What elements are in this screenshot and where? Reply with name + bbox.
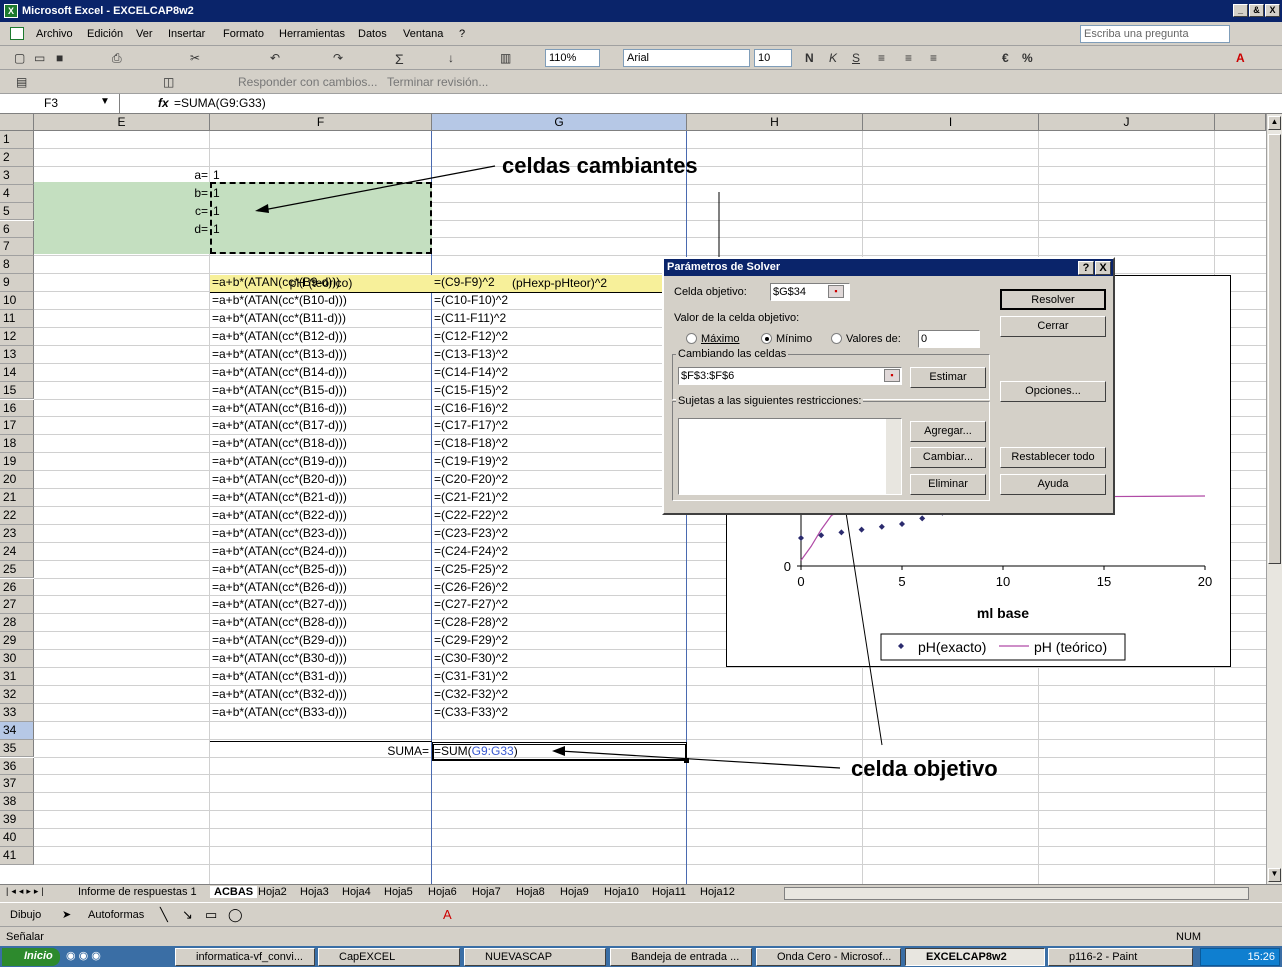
- arrow-tool-icon[interactable]: ↘: [182, 907, 193, 923]
- taskbar-item[interactable]: p116-2 - Paint: [1048, 948, 1193, 966]
- system-tray-clock: 15:26: [1200, 948, 1280, 966]
- taskbar-item[interactable]: informatica-vf_convi...: [175, 948, 315, 966]
- max-label[interactable]: Máximo: [701, 333, 740, 345]
- changing-cells-input[interactable]: $F$3:$F$6: [678, 367, 902, 385]
- num-lock-indicator: NUM: [1176, 931, 1202, 943]
- sheet-tab[interactable]: Hoja9: [560, 886, 589, 898]
- sheet-tab[interactable]: ACBAS: [210, 886, 258, 898]
- reset-all-button[interactable]: Restablecer todo: [1000, 447, 1106, 468]
- collapse-changing-icon[interactable]: ▪: [884, 369, 900, 382]
- taskbar-item[interactable]: Bandeja de entrada ...: [610, 948, 752, 966]
- sheet-tab[interactable]: Hoja3: [300, 886, 329, 898]
- sheet-tab[interactable]: Hoja6: [428, 886, 457, 898]
- status-mode: Señalar: [6, 931, 44, 943]
- arrow-line-target: [559, 750, 841, 769]
- annotation-changing-cells: celdas cambiantes: [502, 153, 698, 178]
- constraints-label: Sujetas a las siguientes restricciones:: [676, 395, 864, 407]
- status-bar: Señalar NUM: [0, 926, 1282, 946]
- oval-icon[interactable]: ◯: [228, 907, 243, 923]
- solver-title: Parámetros de Solver: [664, 259, 1113, 276]
- min-radio[interactable]: [761, 333, 772, 344]
- rectangle-icon[interactable]: ▭: [205, 907, 217, 923]
- horizontal-scrollbar[interactable]: [784, 887, 1249, 900]
- dialog-close-icon[interactable]: X: [1095, 261, 1111, 275]
- sheet-tab[interactable]: Hoja2: [258, 886, 287, 898]
- sheet-tab[interactable]: Hoja4: [342, 886, 371, 898]
- sheet-tab[interactable]: Hoja10: [604, 886, 639, 898]
- taskbar-item[interactable]: CapEXCEL: [318, 948, 460, 966]
- solve-button[interactable]: Resolver: [1000, 289, 1106, 310]
- values-radio[interactable]: [831, 333, 842, 344]
- draw-font-color-icon[interactable]: A: [443, 907, 452, 922]
- arrow-line-changing: [257, 165, 496, 212]
- taskbar-item[interactable]: EXCELCAP8w2: [905, 948, 1045, 966]
- solver-dialog: Parámetros de Solver ? X Celda objetivo:…: [662, 257, 1115, 515]
- drawing-toolbar: Dibujo ➤ Autoformas ╲ ↘ ▭ ◯ A: [0, 902, 1282, 926]
- sheet-tab[interactable]: Hoja7: [472, 886, 501, 898]
- start-button[interactable]: Inicio: [2, 948, 60, 966]
- guess-button[interactable]: Estimar: [910, 367, 986, 388]
- arrow-head-changing: [255, 204, 269, 213]
- collapse-dialog-icon[interactable]: ▪: [828, 285, 844, 298]
- add-button[interactable]: Agregar...: [910, 421, 986, 442]
- options-button[interactable]: Opciones...: [1000, 381, 1106, 402]
- annotation-target-cell: celda objetivo: [851, 756, 998, 781]
- pointer-icon[interactable]: ➤: [62, 908, 71, 921]
- delete-button[interactable]: Eliminar: [910, 474, 986, 495]
- target-cell-label: Celda objetivo:: [674, 286, 747, 298]
- changing-cells-label: Cambiando las celdas: [676, 348, 789, 360]
- help-icon[interactable]: ?: [1078, 261, 1094, 275]
- change-button[interactable]: Cambiar...: [910, 447, 986, 468]
- min-label[interactable]: Mínimo: [776, 333, 812, 345]
- taskbar-item[interactable]: NUEVASCAP: [464, 948, 606, 966]
- help-button[interactable]: Ayuda: [1000, 474, 1106, 495]
- autoshapes-menu[interactable]: Autoformas: [88, 909, 144, 921]
- taskbar-item[interactable]: Onda Cero - Microsof...: [756, 948, 901, 966]
- sheet-tab[interactable]: Hoja5: [384, 886, 413, 898]
- sheet-tabs-bar: |◂◂▸▸| Informe de respuestas 1 ACBAS Hoja2…: [0, 884, 1282, 902]
- close-dialog-button[interactable]: Cerrar: [1000, 316, 1106, 337]
- values-input[interactable]: 0: [918, 330, 980, 348]
- sheet-tab[interactable]: Hoja8: [516, 886, 545, 898]
- value-of-label: Valor de la celda objetivo:: [674, 312, 800, 324]
- values-label[interactable]: Valores de:: [846, 333, 901, 345]
- draw-menu[interactable]: Dibujo: [10, 909, 41, 921]
- sheet-tab[interactable]: Hoja12: [700, 886, 735, 898]
- tab-scroll-icons[interactable]: |◂◂▸▸|: [6, 886, 47, 897]
- line-icon[interactable]: ╲: [160, 907, 168, 923]
- max-radio[interactable]: [686, 333, 697, 344]
- sheet-tab[interactable]: Informe de respuestas 1: [78, 886, 197, 898]
- taskbar: Inicio ◉ ◉ ◉ informatica-vf_convi... CapE…: [0, 946, 1282, 967]
- sheet-tab[interactable]: Hoja11: [652, 886, 686, 898]
- arrow-head-target: [552, 746, 565, 756]
- constraints-list[interactable]: [678, 418, 902, 495]
- constraints-scrollbar[interactable]: [886, 419, 901, 494]
- quick-launch-icons[interactable]: ◉ ◉ ◉: [66, 949, 101, 962]
